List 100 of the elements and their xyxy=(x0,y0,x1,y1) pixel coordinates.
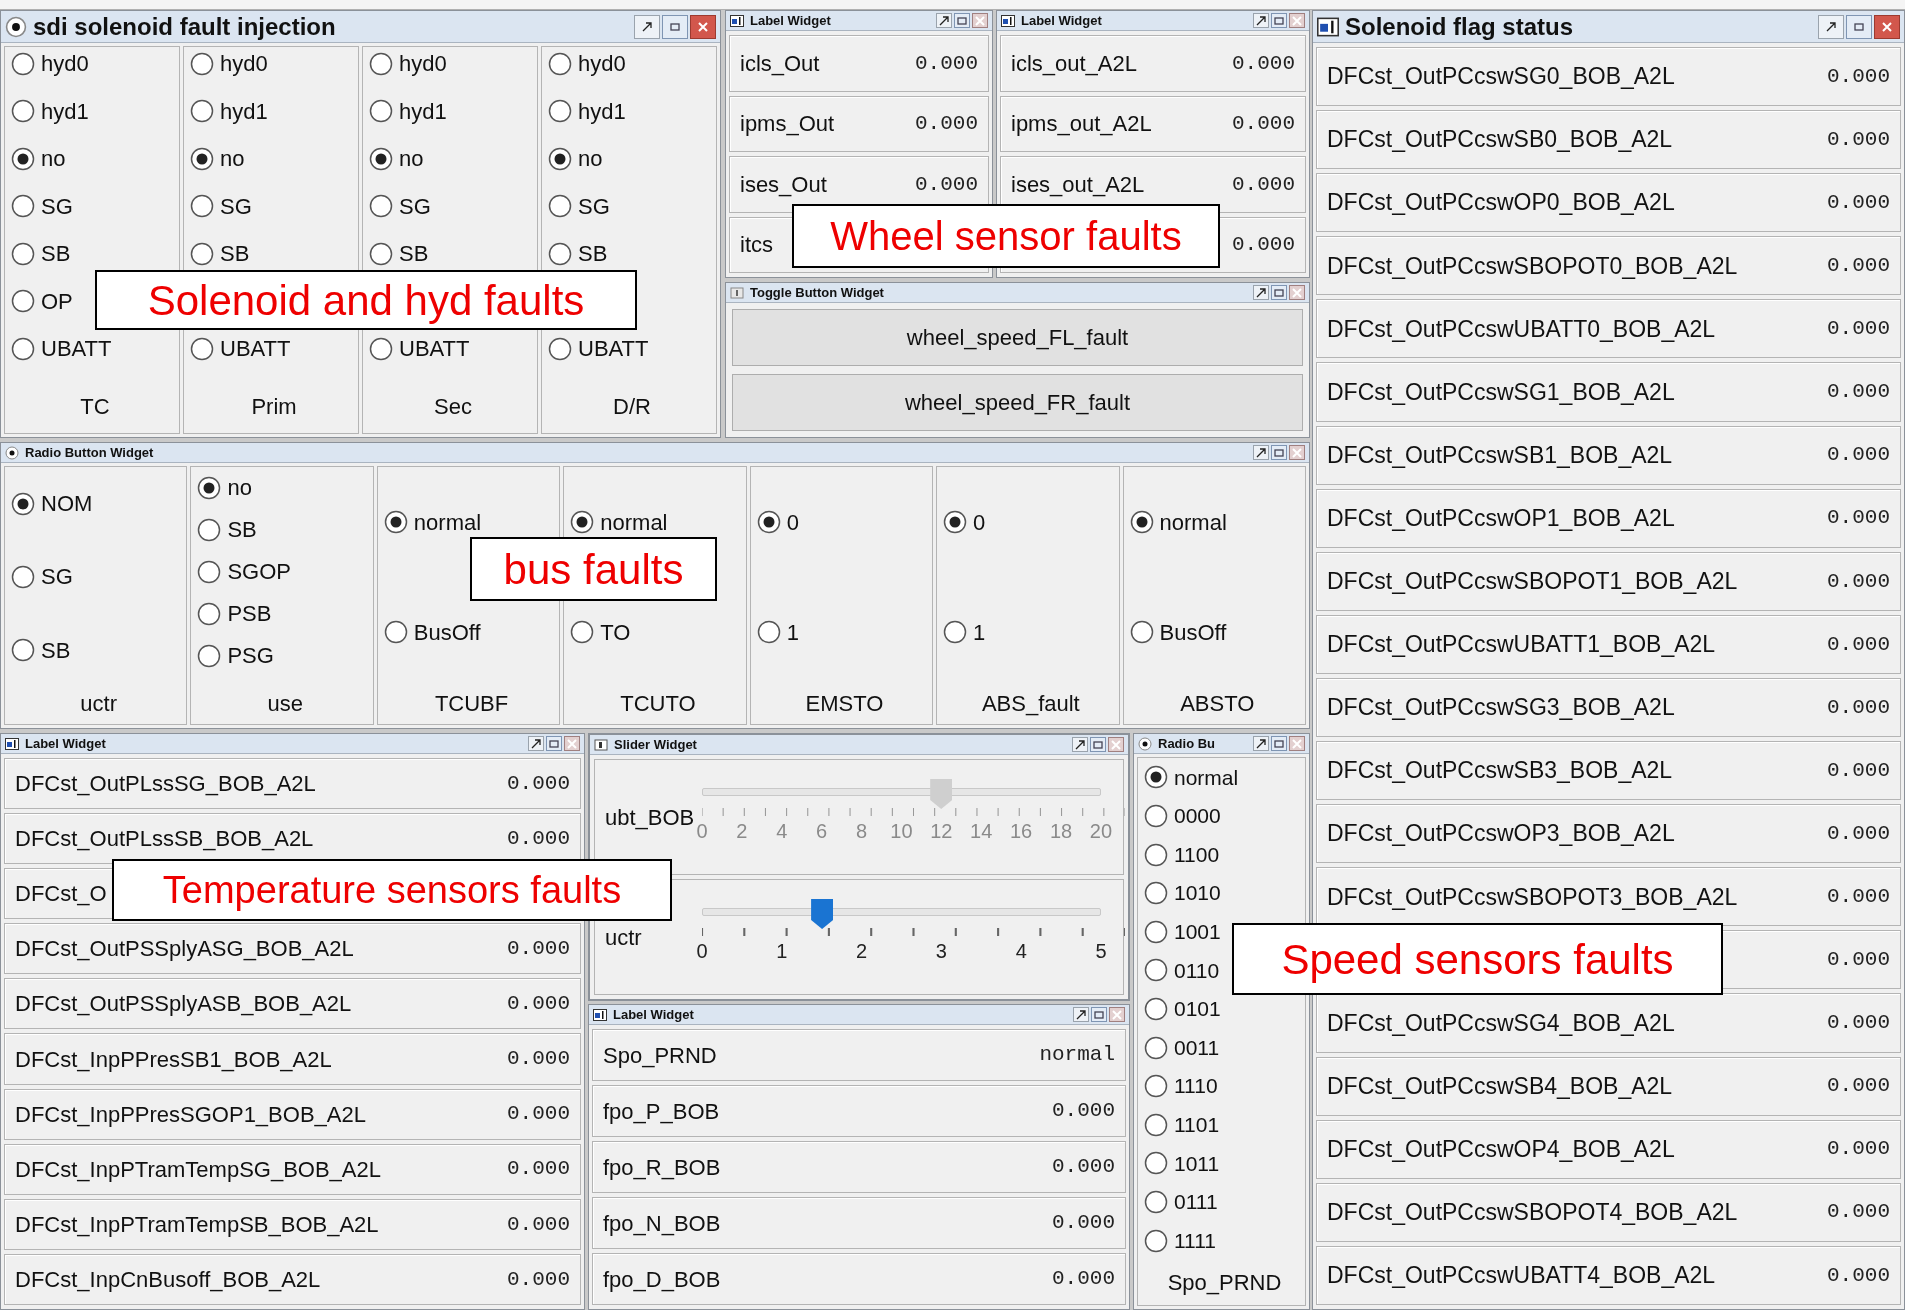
close-button[interactable] xyxy=(1289,736,1305,751)
radio-option[interactable]: SG xyxy=(190,189,252,223)
signal-name: DFCst_OutPCcswOP3_BOB_A2L xyxy=(1327,819,1675,849)
signal-name: DFCst_OutPCcswOP1_BOB_A2L xyxy=(1327,503,1675,533)
close-button[interactable] xyxy=(1108,737,1124,752)
label-icon xyxy=(1317,15,1339,38)
radio-option[interactable]: hyd0 xyxy=(11,47,89,80)
toggle-button[interactable]: wheel_speed_FL_fault xyxy=(732,309,1303,366)
maximize-icon xyxy=(1854,22,1864,31)
radio-option[interactable]: UBATT xyxy=(190,332,291,366)
radio-option[interactable]: SB xyxy=(11,633,71,667)
radio-option[interactable]: UBATT xyxy=(548,332,649,366)
close-icon xyxy=(1292,15,1302,26)
radio-option[interactable]: BusOff xyxy=(1129,615,1227,649)
radio-option[interactable]: BusOff xyxy=(383,615,481,649)
toggle-button[interactable]: wheel_speed_FR_fault xyxy=(732,374,1303,431)
radio-option[interactable]: PSG xyxy=(197,639,274,672)
detach-button[interactable] xyxy=(1253,285,1269,300)
radio-option[interactable]: normal xyxy=(1129,505,1227,539)
signal-name: ipms_Out xyxy=(740,110,835,139)
close-button[interactable] xyxy=(1289,13,1305,28)
detach-button[interactable] xyxy=(634,14,660,39)
close-icon xyxy=(975,15,985,26)
detach-button[interactable] xyxy=(1253,13,1269,28)
radio-option[interactable]: no xyxy=(197,471,252,504)
radio-option[interactable]: UBATT xyxy=(11,332,112,366)
radio-option[interactable]: 1010 xyxy=(1144,877,1221,909)
window-title: Solenoid flag status xyxy=(1345,11,1575,42)
radio-option[interactable]: SG xyxy=(369,189,431,223)
radio-option[interactable]: 1110 xyxy=(1144,1070,1218,1102)
radio-option[interactable]: hyd1 xyxy=(11,94,89,128)
radio-option[interactable]: no xyxy=(190,142,245,176)
detach-button[interactable] xyxy=(1253,445,1269,460)
radio-option[interactable]: 1100 xyxy=(1144,838,1220,871)
radio-option[interactable]: normal xyxy=(570,505,668,539)
radio-option[interactable]: 0 xyxy=(756,505,799,539)
radio-option[interactable]: no xyxy=(369,142,424,176)
radio-option[interactable]: SB xyxy=(548,237,608,271)
radio-option[interactable]: SB xyxy=(11,237,71,271)
radio-option[interactable]: 0000 xyxy=(1144,800,1221,832)
radio-option[interactable]: 1 xyxy=(756,615,799,649)
radio-option[interactable]: no xyxy=(548,142,603,176)
radio-option[interactable]: PSB xyxy=(197,597,272,630)
radio-option[interactable]: 0111 xyxy=(1144,1186,1218,1218)
value-text: 0.000 xyxy=(507,1211,570,1238)
close-button[interactable] xyxy=(1109,1007,1125,1022)
detach-button[interactable] xyxy=(1818,14,1844,39)
radio-option[interactable]: normal xyxy=(383,505,482,539)
detach-button[interactable] xyxy=(1253,736,1269,751)
radio-option[interactable]: 1011 xyxy=(1144,1147,1220,1180)
slider-thumb[interactable] xyxy=(811,899,834,929)
radio-option[interactable]: hyd0 xyxy=(190,47,268,80)
radio-option[interactable]: NOM xyxy=(11,487,93,521)
signal-name: DFCst_OutPSSplyASB_BOB_A2L xyxy=(15,990,352,1019)
detach-button[interactable] xyxy=(1073,1007,1089,1022)
group-caption: Prim xyxy=(250,393,298,421)
arrow-icon xyxy=(1256,287,1266,298)
radio-option[interactable]: hyd1 xyxy=(548,94,626,128)
radio-option[interactable]: 0 xyxy=(943,505,986,539)
radio-option[interactable]: 0011 xyxy=(1144,1031,1220,1064)
radio-option[interactable]: SGOP xyxy=(197,555,291,588)
signal-name: DFCst_OutPCcswSG4_BOB_A2L xyxy=(1327,1008,1675,1038)
group-caption: Sec xyxy=(433,393,473,421)
radio-option[interactable]: hyd0 xyxy=(548,47,626,80)
radio-option[interactable]: SB xyxy=(190,237,250,271)
radio-option[interactable]: SB xyxy=(197,513,257,546)
radio-option[interactable]: SB xyxy=(369,237,429,271)
close-button[interactable] xyxy=(1289,445,1305,460)
maximize-button[interactable] xyxy=(662,14,688,39)
radio-option[interactable]: 1111 xyxy=(1144,1224,1217,1257)
radio-option[interactable]: 0101 xyxy=(1144,993,1221,1025)
close-button[interactable] xyxy=(1874,14,1900,39)
radio-option[interactable]: normal xyxy=(1144,761,1239,794)
radio-option[interactable]: hyd1 xyxy=(369,94,447,128)
radio-option[interactable]: SG xyxy=(11,560,73,594)
radio-option[interactable]: 1101 xyxy=(1144,1109,1220,1141)
close-button[interactable] xyxy=(972,13,988,28)
radio-option[interactable]: hyd1 xyxy=(190,94,268,128)
radio-option[interactable]: hyd0 xyxy=(369,47,447,80)
detach-button[interactable] xyxy=(1072,737,1088,752)
radio-option[interactable]: 1001 xyxy=(1144,916,1221,948)
group-caption: use xyxy=(266,690,304,718)
radio-option[interactable]: 0110 xyxy=(1144,954,1220,987)
radio-option[interactable]: UBATT xyxy=(369,332,470,366)
close-button[interactable] xyxy=(1289,285,1305,300)
radio-option[interactable]: SG xyxy=(11,189,73,223)
tick-label: 8 xyxy=(855,819,869,844)
value-text: 0.000 xyxy=(1827,505,1890,532)
radio-option[interactable]: SG xyxy=(548,189,610,223)
detach-button[interactable] xyxy=(936,13,952,28)
radio-option[interactable]: OP xyxy=(11,284,73,318)
signal-name: DFCst_OutPLssSG_BOB_A2L xyxy=(15,770,316,799)
radio-option[interactable]: 1 xyxy=(943,615,986,649)
radio-option[interactable]: no xyxy=(11,142,66,176)
maximize-button[interactable] xyxy=(1846,14,1872,39)
close-button[interactable] xyxy=(564,736,580,751)
close-button[interactable] xyxy=(690,14,716,39)
detach-button[interactable] xyxy=(528,736,544,751)
radio-option[interactable]: TO xyxy=(570,615,631,649)
value-text: 0.000 xyxy=(507,825,570,852)
